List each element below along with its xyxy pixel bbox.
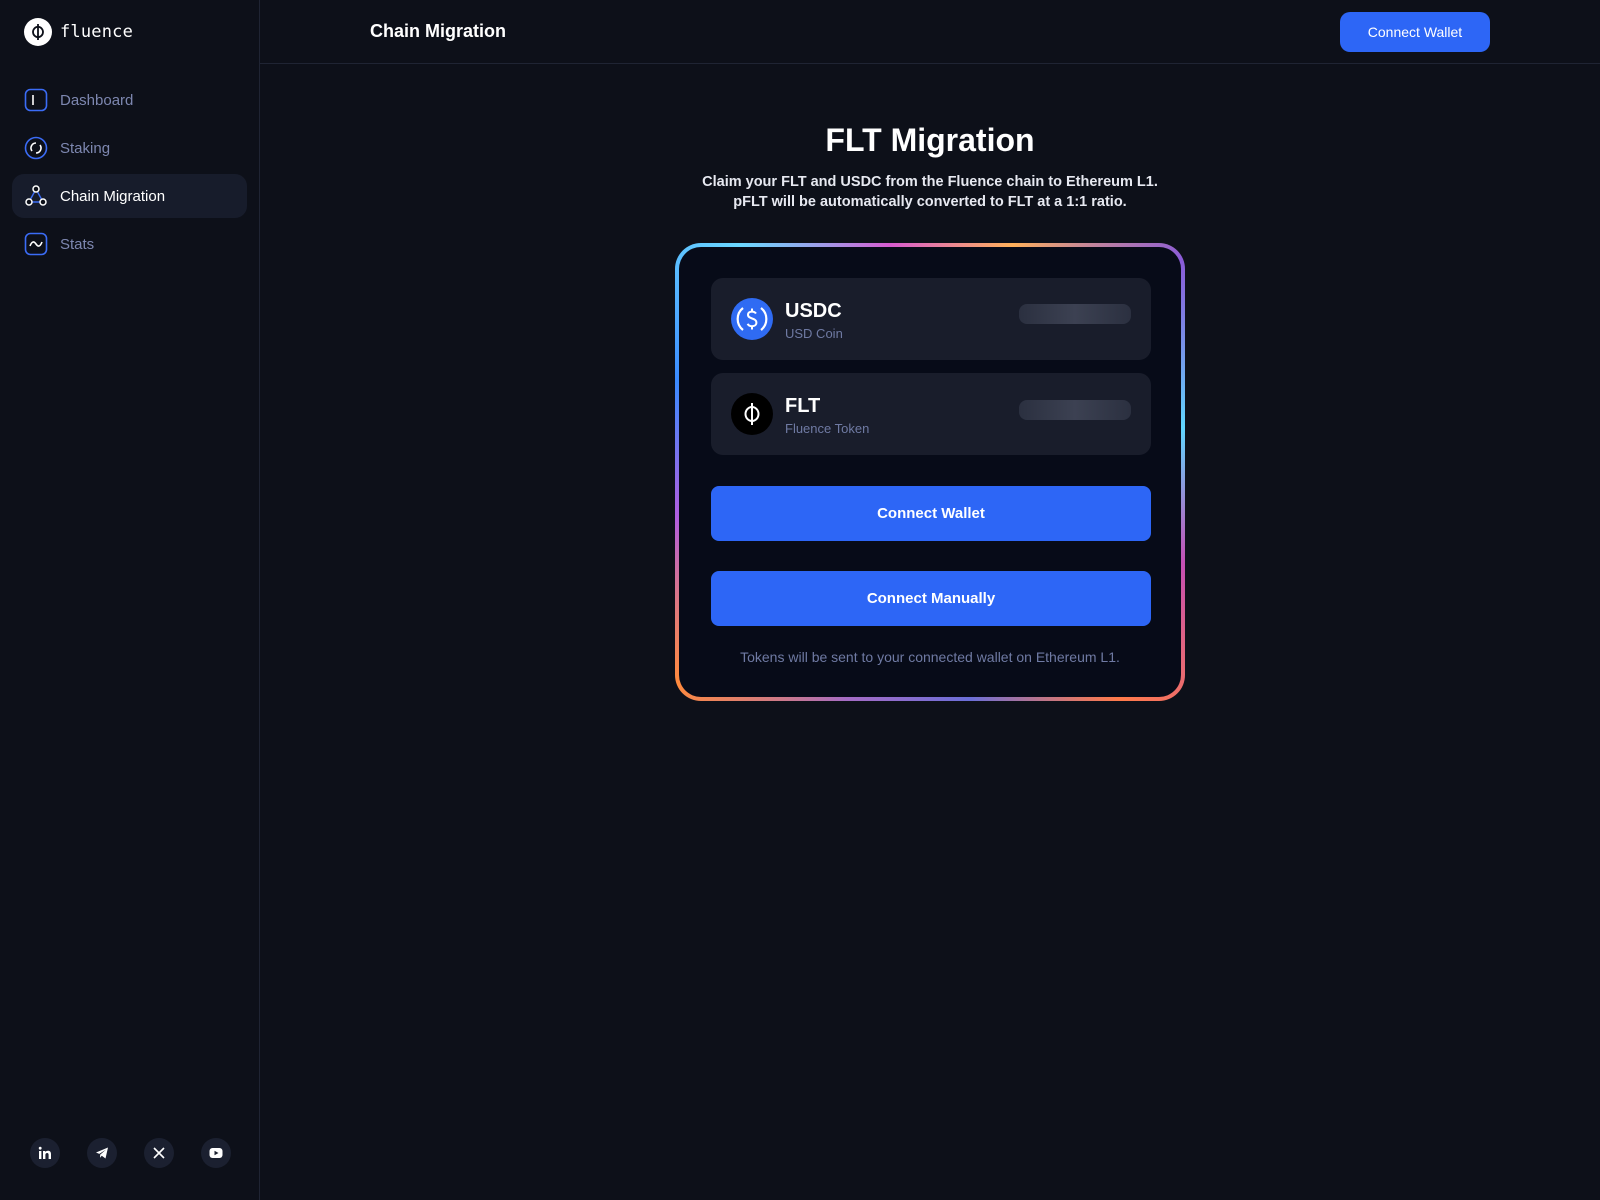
page-header-title: Chain Migration: [370, 21, 506, 41]
flt-icon: [731, 393, 773, 435]
linkedin-icon[interactable]: [30, 1138, 60, 1168]
token-symbol: FLT: [785, 395, 821, 417]
subtitle-line-2: pFLT will be automatically converted to …: [733, 194, 1127, 210]
chain-migration-icon: [24, 184, 48, 208]
balance-skeleton: [1019, 400, 1131, 420]
usdc-icon: [731, 298, 773, 340]
logo-text: fluence: [60, 22, 134, 42]
card-note: Tokens will be sent to your connected wa…: [740, 649, 1120, 665]
token-name: Fluence Token: [785, 421, 870, 436]
connect-wallet-button[interactable]: Connect Wallet: [711, 486, 1151, 541]
token-row-flt: FLT Fluence Token: [711, 373, 1151, 455]
sidebar-nav: Dashboard Staking Chain Migration Stats: [12, 78, 247, 270]
sidebar-item-chain-migration[interactable]: Chain Migration: [12, 174, 247, 218]
sidebar: fluence Dashboard Staking Chain Migratio…: [0, 0, 260, 1200]
token-symbol: USDC: [785, 300, 842, 322]
connect-manually-button[interactable]: Connect Manually: [711, 571, 1151, 626]
sidebar-item-label: Stats: [60, 235, 95, 253]
balance-skeleton: [1019, 304, 1131, 324]
subtitle-line-1: Claim your FLT and USDC from the Fluence…: [702, 174, 1158, 190]
sidebar-item-label: Chain Migration: [60, 187, 166, 205]
sidebar-item-label: Staking: [60, 139, 111, 157]
top-header: Chain Migration Connect Wallet: [260, 0, 1600, 64]
sidebar-item-stats[interactable]: Stats: [12, 222, 247, 266]
phi-icon: [24, 18, 52, 46]
stats-icon: [24, 232, 48, 256]
token-row-usdc: USDC USD Coin: [711, 278, 1151, 360]
social-links: [30, 1138, 231, 1168]
sidebar-item-label: Dashboard: [60, 91, 134, 109]
sidebar-item-staking[interactable]: Staking: [12, 126, 247, 170]
dashboard-icon: [24, 88, 48, 112]
migration-card-border: USDC USD Coin FLT Fluence Token Connect …: [675, 243, 1185, 701]
page-subtitle: Claim your FLT and USDC from the Fluence…: [260, 172, 1600, 212]
youtube-icon[interactable]: [201, 1138, 231, 1168]
header-connect-wallet-button[interactable]: Connect Wallet: [1340, 12, 1490, 52]
page-title: FLT Migration: [825, 122, 1035, 158]
sidebar-item-dashboard[interactable]: Dashboard: [12, 78, 247, 122]
telegram-icon[interactable]: [87, 1138, 117, 1168]
staking-icon: [24, 136, 48, 160]
token-name: USD Coin: [785, 326, 843, 341]
migration-card: USDC USD Coin FLT Fluence Token Connect …: [679, 247, 1181, 697]
x-icon[interactable]: [144, 1138, 174, 1168]
logo[interactable]: fluence: [24, 18, 133, 46]
